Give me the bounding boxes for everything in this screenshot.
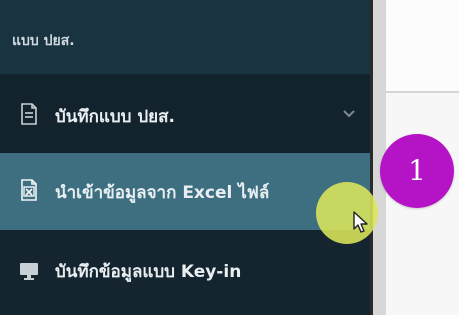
sidebar-section-label: แบบ ปยส.: [12, 33, 75, 49]
chevron-down-icon[interactable]: [340, 104, 358, 122]
sidebar-item-label: บันทึกแบบ ปยส.: [55, 107, 175, 127]
excel-file-icon: [21, 179, 37, 201]
sidebar-item-record-form[interactable]: บันทึกแบบ ปยส.: [0, 75, 378, 153]
screenshot-frame: แบบ ปยส. บันทึกแบบ ปยส. นำเข้าข้อมูลจาก …: [0, 0, 459, 315]
sidebar-item-key-in[interactable]: บันทึกข้อมูลแบบ Key-in: [0, 230, 378, 315]
sidebar: แบบ ปยส. บันทึกแบบ ปยส. นำเข้าข้อมูลจาก …: [0, 0, 378, 315]
content-header-bar: [386, 0, 459, 93]
sidebar-section-header: แบบ ปยส.: [0, 0, 378, 75]
monitor-icon: [20, 263, 38, 280]
sidebar-item-label: บันทึกข้อมูลแบบ Key-in: [55, 262, 242, 282]
document-icon: [21, 103, 37, 125]
sidebar-item-label: นำเข้าข้อมูลจาก Excel ไฟล์: [55, 183, 270, 203]
step-number-badge: 1: [380, 134, 454, 208]
mouse-cursor-icon: [353, 211, 368, 233]
